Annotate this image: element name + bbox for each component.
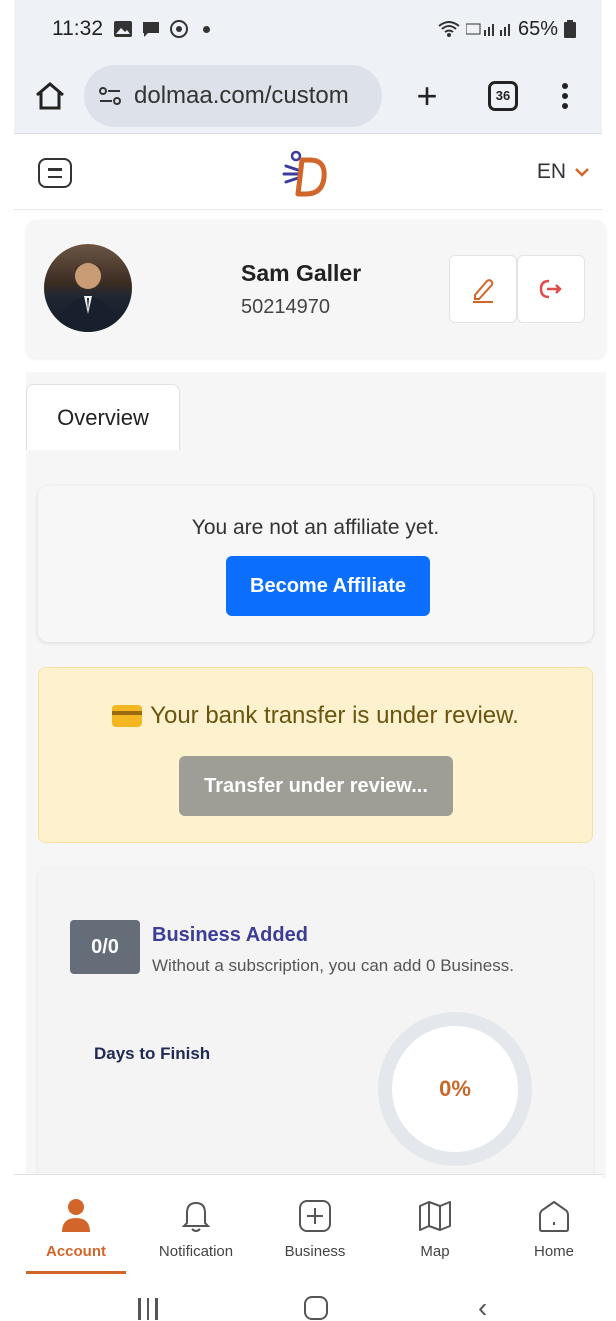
nav-business[interactable]: Business xyxy=(263,1195,367,1260)
person-icon xyxy=(62,1199,90,1232)
more-notifications-dot xyxy=(203,25,210,33)
logout-button[interactable] xyxy=(517,255,585,323)
chevron-down-icon xyxy=(575,168,589,177)
profile-card: Sam Galler 50214970 xyxy=(26,220,606,358)
business-stats-card: 0/0 Business Added Without a subscriptio… xyxy=(38,868,593,1188)
overview-section: Overview You are not an affiliate yet. B… xyxy=(26,372,606,1188)
nav-home[interactable]: Home xyxy=(502,1195,606,1260)
logout-icon xyxy=(539,279,562,299)
home-icon[interactable] xyxy=(34,81,66,111)
whatsapp-icon xyxy=(170,20,188,38)
transfer-under-review-button: Transfer under review... xyxy=(179,756,453,816)
address-bar[interactable]: dolmaa.com/custom xyxy=(84,64,382,127)
browser-toolbar: dolmaa.com/custom + 36 xyxy=(14,58,602,134)
new-tab-button[interactable]: + xyxy=(410,75,444,117)
edit-profile-button[interactable] xyxy=(449,255,517,323)
nav-notification[interactable]: Notification xyxy=(144,1195,248,1260)
business-count-badge: 0/0 xyxy=(70,920,140,974)
profile-user-id: 50214970 xyxy=(241,296,330,318)
app-header: EN xyxy=(14,134,602,210)
nav-map[interactable]: Map xyxy=(383,1195,487,1260)
progress-percent: 0% xyxy=(439,1076,471,1101)
url-text: dolmaa.com/custom xyxy=(134,81,349,109)
map-icon xyxy=(419,1201,451,1231)
affiliate-message: You are not an affiliate yet. xyxy=(191,516,440,539)
tab-switcher-button[interactable]: 36 xyxy=(488,80,518,111)
bank-transfer-message: Your bank transfer is under review. xyxy=(150,702,519,729)
nav-business-label: Business xyxy=(284,1243,346,1260)
system-indicators: 65% xyxy=(438,18,576,41)
pencil-icon xyxy=(473,279,494,303)
back-button[interactable]: ‹ xyxy=(478,1292,487,1321)
notification-icons xyxy=(113,19,210,39)
profile-name: Sam Galler xyxy=(241,260,362,286)
browser-menu-icon[interactable] xyxy=(562,82,568,109)
message-icon xyxy=(143,22,159,37)
dolmaa-logo xyxy=(282,150,327,197)
nav-account-label: Account xyxy=(46,1243,106,1260)
menu-icon[interactable] xyxy=(38,158,72,188)
system-navigation-bar: ‹ xyxy=(0,1276,616,1321)
business-title: Business Added xyxy=(152,924,308,946)
bank-transfer-message-row: Your bank transfer is under review. xyxy=(39,702,592,730)
nav-home-label: Home xyxy=(533,1243,574,1260)
become-affiliate-button[interactable]: Become Affiliate xyxy=(226,556,430,616)
site-settings-icon[interactable] xyxy=(98,86,122,105)
nav-map-label: Map xyxy=(420,1243,450,1260)
language-label: EN xyxy=(536,160,566,183)
bottom-navigation: Account Notification Business Map Home xyxy=(14,1174,602,1276)
bank-transfer-alert: Your bank transfer is under review. Tran… xyxy=(38,667,593,843)
nav-notification-label: Notification xyxy=(158,1243,234,1260)
signal-icon xyxy=(465,23,510,36)
system-home-button[interactable] xyxy=(304,1296,328,1320)
gallery-icon xyxy=(114,21,132,37)
bell-icon xyxy=(182,1201,210,1232)
plus-square-icon xyxy=(299,1200,331,1232)
active-tab-indicator xyxy=(26,1271,126,1274)
wifi-icon xyxy=(438,21,460,37)
language-selector[interactable]: EN xyxy=(537,160,590,184)
business-subtitle: Without a subscription, you can add 0 Bu… xyxy=(152,956,514,975)
battery-icon xyxy=(564,20,576,38)
recent-apps-button[interactable] xyxy=(138,1298,158,1320)
affiliate-card: You are not an affiliate yet. Become Aff… xyxy=(38,486,593,642)
credit-card-icon xyxy=(112,705,143,727)
status-bar: 11:32 65% xyxy=(14,0,602,58)
days-to-finish-label: Days to Finish xyxy=(94,1044,211,1063)
avatar xyxy=(44,244,132,332)
battery-percent: 65% xyxy=(517,17,558,40)
nav-account[interactable]: Account xyxy=(24,1195,128,1260)
tab-overview[interactable]: Overview xyxy=(26,384,180,450)
status-time: 11:32 xyxy=(52,17,103,40)
person-photo xyxy=(58,263,118,332)
home-outline-icon xyxy=(539,1200,569,1232)
progress-ring: 0% xyxy=(378,1012,532,1166)
